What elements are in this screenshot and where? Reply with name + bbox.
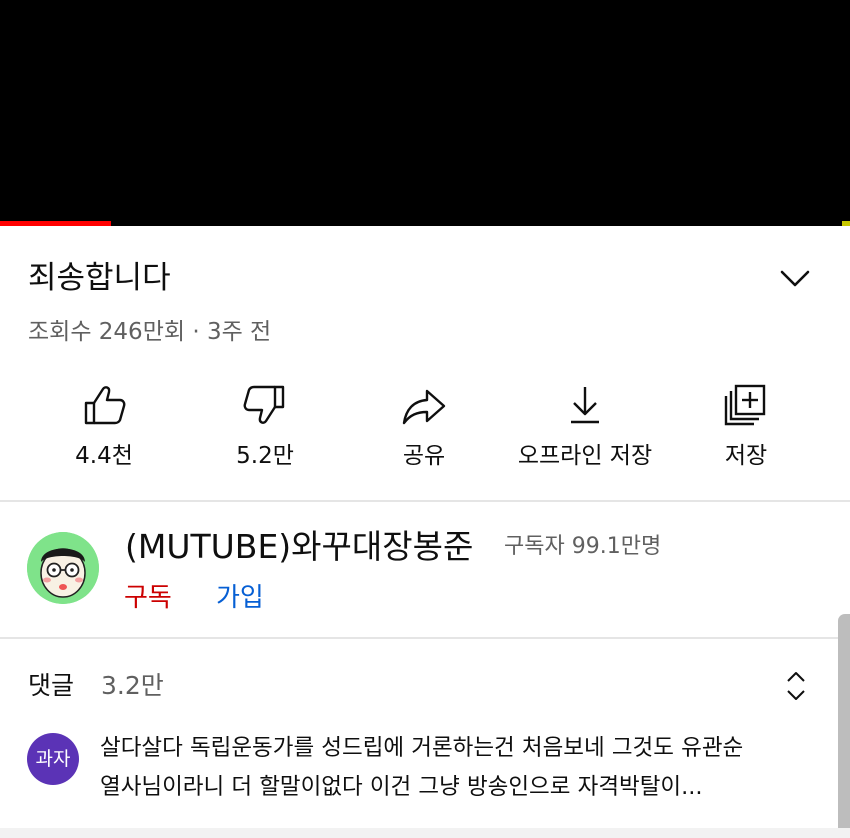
video-progress-fill — [0, 221, 111, 226]
add-to-playlist-icon — [724, 384, 766, 426]
expand-collapse-icon[interactable] — [784, 668, 808, 704]
comment-text[interactable]: 살다살다 독립운동가를 성드립에 거론하는건 처음보네 그것도 유관순 열사님이… — [100, 729, 830, 807]
progress-end-marker — [842, 221, 850, 226]
comments-count: 3.2만 — [101, 671, 164, 700]
share-button[interactable]: 공유 — [344, 375, 504, 485]
video-meta: 조회수 246만회 · 3주 전 — [28, 319, 272, 345]
thumbs-up-icon — [84, 386, 126, 425]
thumbs-down-icon — [243, 385, 285, 424]
action-bar: 4.4천 5.2만 공유 오프라인 저장 저장 — [0, 375, 850, 485]
subscriber-count: 구독자 99.1만명 — [504, 534, 662, 559]
channel-avatar[interactable] — [27, 532, 99, 604]
join-button[interactable]: 가입 — [216, 580, 264, 616]
like-count: 4.4천 — [75, 443, 133, 469]
bottom-edge — [0, 828, 850, 838]
comments-label: 댓글 — [28, 671, 75, 700]
dislike-count: 5.2만 — [236, 443, 294, 469]
download-button[interactable]: 오프라인 저장 — [505, 375, 665, 485]
video-progress-bar[interactable] — [0, 221, 850, 226]
share-label: 공유 — [402, 443, 446, 469]
commenter-avatar[interactable]: 과자 — [27, 733, 79, 785]
save-button[interactable]: 저장 — [666, 375, 826, 485]
share-arrow-icon — [402, 389, 446, 425]
dislike-button[interactable]: 5.2만 — [185, 375, 345, 485]
title-row[interactable]: 죄송합니다 — [28, 256, 828, 300]
divider — [0, 500, 850, 502]
chevron-down-icon[interactable] — [779, 264, 811, 292]
like-button[interactable]: 4.4천 — [24, 375, 184, 485]
scrollbar-thumb[interactable] — [838, 614, 850, 838]
subscribe-button[interactable]: 구독 — [124, 580, 172, 616]
comments-header[interactable]: 댓글 3.2만 — [28, 668, 828, 704]
cartoon-face-icon — [27, 532, 99, 604]
download-label: 오프라인 저장 — [517, 443, 653, 469]
channel-name[interactable]: (MUTUBE)와꾸대장봉준 — [125, 525, 473, 569]
video-player[interactable] — [0, 0, 850, 226]
divider — [0, 637, 850, 639]
download-icon — [571, 387, 599, 424]
save-label: 저장 — [724, 443, 768, 469]
video-title: 죄송합니다 — [28, 260, 171, 296]
